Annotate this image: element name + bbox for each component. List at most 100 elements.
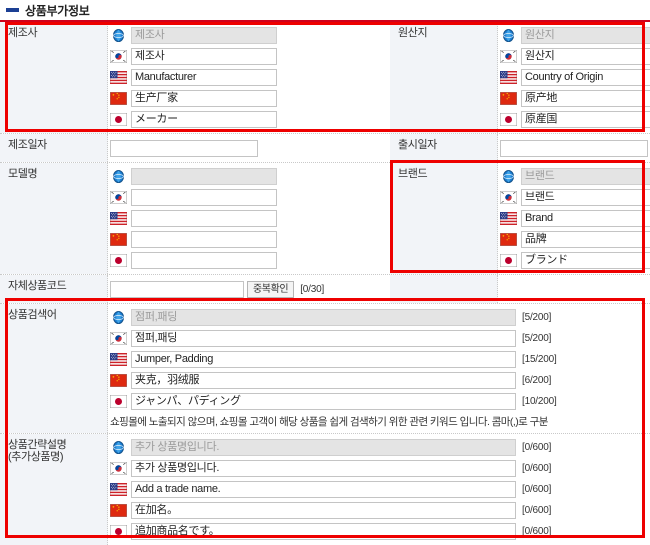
field-manufacture-date: 제조일자 bbox=[0, 134, 390, 162]
short-description-input-ko[interactable]: 추가 상품명입니다. bbox=[131, 459, 516, 477]
ml-row: 원산지 bbox=[498, 25, 650, 45]
field-own-product-code: 자체상품코드 중복확인 [0/30] bbox=[0, 275, 390, 303]
ml-row: ジャンパ、パディング [10/200] bbox=[108, 391, 650, 411]
flag-cn-icon bbox=[499, 91, 518, 105]
label-model-name: 모델명 bbox=[0, 163, 108, 274]
origin-input-ja[interactable]: 原産国 bbox=[521, 110, 650, 128]
manufacturer-input-default[interactable]: 제조사 bbox=[131, 26, 277, 44]
manufacturer-input-ko[interactable]: 제조사 bbox=[131, 47, 277, 65]
own-product-code-input[interactable] bbox=[110, 280, 244, 298]
globe-icon bbox=[110, 169, 127, 183]
flag-cn-icon bbox=[109, 373, 128, 387]
flag-us-icon bbox=[109, 70, 128, 84]
flag-kr-icon bbox=[109, 331, 128, 345]
flag-cn-icon bbox=[109, 503, 128, 517]
label-own-product-code: 자체상품코드 bbox=[0, 275, 108, 303]
manufacturer-input-zh[interactable]: 生产厂家 bbox=[131, 89, 277, 107]
search-keywords-inputs: 점퍼,패딩 [5/200] 점퍼,패딩 [5/200] Jumper, Padd… bbox=[108, 304, 650, 433]
duplicate-check-button[interactable]: 중복확인 bbox=[247, 280, 295, 298]
row-dates: 제조일자 출시일자 bbox=[0, 134, 650, 163]
search-keywords-input-default[interactable]: 점퍼,패딩 bbox=[131, 308, 516, 326]
own-product-code-counter: [0/30] bbox=[300, 283, 325, 295]
short-description-counter-en: [0/600] bbox=[522, 483, 552, 495]
ml-row bbox=[108, 229, 390, 249]
search-keywords-counter-default: [5/200] bbox=[522, 311, 552, 323]
brand-input-en[interactable]: Brand bbox=[521, 209, 650, 227]
row-short-description: 상품간략설명 (추가상품명) 추가 상품명입니다. [0/600] 추가 상품명… bbox=[0, 434, 650, 545]
short-description-counter-ko: [0/600] bbox=[522, 462, 552, 474]
label-search-keywords: 상품검색어 bbox=[0, 304, 108, 433]
manufacturer-inputs: 제조사 제조사 Manufacturer 生产厂家 メーカー bbox=[108, 22, 390, 133]
ml-row bbox=[108, 187, 390, 207]
search-keywords-input-en[interactable]: Jumper, Padding bbox=[131, 350, 516, 368]
model-name-input-zh[interactable] bbox=[131, 230, 277, 248]
label-brand: 브랜드 bbox=[390, 163, 498, 274]
flag-kr-icon bbox=[109, 461, 128, 475]
label-short-description: 상품간략설명 (추가상품명) bbox=[0, 434, 108, 545]
row-search-keywords: 상품검색어 점퍼,패딩 [5/200] 점퍼,패딩 [5/200] Jumper… bbox=[0, 304, 650, 434]
flag-us-icon bbox=[499, 211, 518, 225]
search-keywords-input-ja[interactable]: ジャンパ、パディング bbox=[131, 392, 516, 410]
ml-row bbox=[108, 208, 390, 228]
model-name-input-en[interactable] bbox=[131, 209, 277, 227]
label-spacer bbox=[390, 275, 498, 303]
globe-icon bbox=[500, 28, 517, 42]
search-keywords-input-zh[interactable]: 夹克，羽绒服 bbox=[131, 371, 516, 389]
origin-input-zh[interactable]: 原产地 bbox=[521, 89, 650, 107]
manufacturer-input-ja[interactable]: メーカー bbox=[131, 110, 277, 128]
brand-inputs: 브랜드 브랜드 Brand 品牌 ブランド bbox=[498, 163, 650, 274]
flag-jp-icon bbox=[109, 394, 128, 408]
field-release-date: 출시일자 bbox=[390, 134, 650, 162]
label-manufacturer: 제조사 bbox=[0, 22, 108, 133]
release-date-input[interactable] bbox=[500, 139, 648, 157]
label-manufacture-date: 제조일자 bbox=[0, 134, 108, 162]
ml-row bbox=[108, 166, 390, 186]
origin-input-ko[interactable]: 원산지 bbox=[521, 47, 650, 65]
flag-kr-icon bbox=[499, 49, 518, 63]
manufacturer-input-en[interactable]: Manufacturer bbox=[131, 68, 277, 86]
ml-row: 브랜드 bbox=[498, 166, 650, 186]
ml-row: 追加商品名です。 [0/600] bbox=[108, 521, 650, 541]
origin-input-en[interactable]: Country of Origin bbox=[521, 68, 650, 86]
ml-row: 夹克，羽绒服 [6/200] bbox=[108, 370, 650, 390]
model-name-inputs bbox=[108, 163, 390, 274]
search-keywords-counter-zh: [6/200] bbox=[522, 374, 552, 386]
model-name-input-ko[interactable] bbox=[131, 188, 277, 206]
release-date-wrap bbox=[498, 134, 650, 162]
brand-input-zh[interactable]: 品牌 bbox=[521, 230, 650, 248]
ml-row: Brand bbox=[498, 208, 650, 228]
own-product-code-wrap: 중복확인 [0/30] bbox=[108, 275, 390, 303]
row-own-product-code: 자체상품코드 중복확인 [0/30] bbox=[0, 275, 650, 304]
brand-input-ja[interactable]: ブランド bbox=[521, 251, 650, 269]
search-keywords-counter-en: [15/200] bbox=[522, 353, 557, 365]
flag-jp-icon bbox=[109, 524, 128, 538]
short-description-input-zh[interactable]: 在加名。 bbox=[131, 501, 516, 519]
row-model-brand: 모델명 브랜드 브랜드 브랜드 Brand 品牌 ブランド bbox=[0, 163, 650, 275]
ml-row: 브랜드 bbox=[498, 187, 650, 207]
flag-kr-icon bbox=[109, 190, 128, 204]
ml-row: 제조사 bbox=[108, 25, 390, 45]
model-name-input-ja[interactable] bbox=[131, 251, 277, 269]
flag-us-icon bbox=[109, 352, 128, 366]
ml-row: 점퍼,패딩 [5/200] bbox=[108, 307, 650, 327]
flag-us-icon bbox=[109, 211, 128, 225]
ml-row: 추가 상품명입니다. [0/600] bbox=[108, 458, 650, 478]
flag-jp-icon bbox=[499, 112, 518, 126]
model-name-input-default[interactable] bbox=[131, 167, 277, 185]
ml-row: 品牌 bbox=[498, 229, 650, 249]
search-keywords-counter-ja: [10/200] bbox=[522, 395, 557, 407]
short-description-counter-ja: [0/600] bbox=[522, 525, 552, 537]
ml-row: Add a trade name. [0/600] bbox=[108, 479, 650, 499]
short-description-input-en[interactable]: Add a trade name. bbox=[131, 480, 516, 498]
search-keywords-input-ko[interactable]: 점퍼,패딩 bbox=[131, 329, 516, 347]
manufacture-date-input[interactable] bbox=[110, 139, 258, 157]
short-description-input-ja[interactable]: 追加商品名です。 bbox=[131, 522, 516, 540]
label-origin: 원산지 bbox=[390, 22, 498, 133]
brand-input-ko[interactable]: 브랜드 bbox=[521, 188, 650, 206]
ml-row bbox=[108, 250, 390, 270]
flag-jp-icon bbox=[109, 112, 128, 126]
short-description-input-default[interactable]: 추가 상품명입니다. bbox=[131, 438, 516, 456]
origin-input-default[interactable]: 원산지 bbox=[521, 26, 650, 44]
ml-row: ブランド bbox=[498, 250, 650, 270]
brand-input-default[interactable]: 브랜드 bbox=[521, 167, 650, 185]
